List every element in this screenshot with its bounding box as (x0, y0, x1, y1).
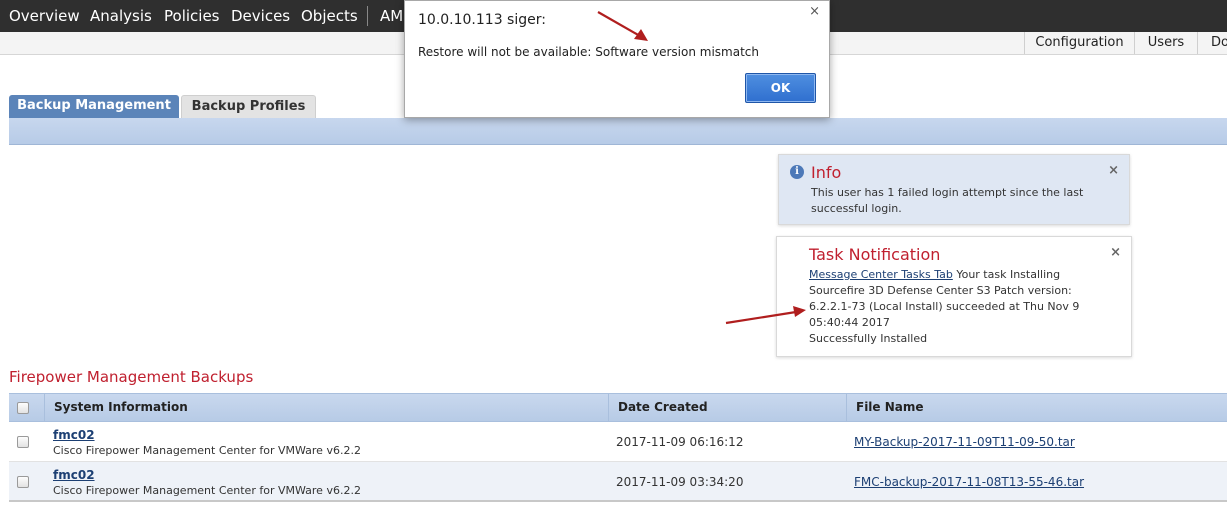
nav-divider (367, 6, 368, 26)
task-status: Successfully Installed (809, 332, 928, 345)
column-date-created[interactable]: Date Created (608, 394, 846, 422)
message-center-tasks-link[interactable]: Message Center Tasks Tab (809, 268, 953, 281)
annotation-arrow-version-icon (725, 306, 806, 325)
nav-amp[interactable]: AM (380, 0, 403, 32)
task-notification: Task Notification × Message Center Tasks… (776, 236, 1132, 357)
nav-analysis[interactable]: Analysis (90, 0, 152, 32)
system-name-link[interactable]: fmc02 (53, 428, 95, 442)
select-all-checkbox[interactable] (17, 402, 29, 414)
row-checkbox[interactable] (17, 436, 29, 448)
table-header: System Information Date Created File Nam… (9, 393, 1227, 422)
info-close-icon[interactable]: × (1108, 163, 1119, 178)
dialog-message: Restore will not be available: Software … (418, 45, 759, 59)
row-checkbox[interactable] (17, 476, 29, 488)
nav-devices[interactable]: Devices (231, 0, 290, 32)
date-created: 2017-11-09 03:34:20 (616, 475, 744, 489)
task-text: Message Center Tasks Tab Your task Insta… (809, 267, 1109, 347)
annotation-arrow-dialog-icon (597, 11, 648, 41)
column-system-information[interactable]: System Information (44, 394, 608, 422)
dialog-close-icon[interactable]: × (809, 4, 820, 19)
nav-objects[interactable]: Objects (301, 0, 358, 32)
system-description: Cisco Firepower Management Center for VM… (53, 444, 361, 457)
date-created: 2017-11-09 06:16:12 (616, 435, 744, 449)
file-name-link[interactable]: FMC-backup-2017-11-08T13-55-46.tar (854, 475, 1084, 489)
file-name-link[interactable]: MY-Backup-2017-11-09T11-09-50.tar (854, 435, 1075, 449)
tab-backup-management[interactable]: Backup Management (9, 95, 179, 118)
nav-policies[interactable]: Policies (164, 0, 219, 32)
subnav-users[interactable]: Users (1134, 32, 1197, 54)
system-name-link[interactable]: fmc02 (53, 468, 95, 482)
info-notification: i Info × This user has 1 failed login at… (778, 154, 1130, 225)
task-close-icon[interactable]: × (1110, 245, 1121, 260)
info-text: This user has 1 failed login attempt sin… (811, 186, 1084, 215)
dialog-title: 10.0.10.113 siger: (418, 12, 546, 28)
ok-button[interactable]: OK (745, 73, 816, 103)
backups-section-title: Firepower Management Backups (9, 368, 254, 386)
table-row: fmc02 Cisco Firepower Management Center … (9, 422, 1227, 462)
system-description: Cisco Firepower Management Center for VM… (53, 484, 361, 497)
task-title: Task Notification (809, 245, 941, 264)
nav-overview[interactable]: Overview (9, 0, 80, 32)
subnav-configuration[interactable]: Configuration (1024, 32, 1134, 54)
info-title: Info (811, 163, 842, 182)
info-icon: i (790, 165, 804, 179)
table-row: fmc02 Cisco Firepower Management Center … (9, 462, 1227, 502)
tab-toolbar (9, 118, 1227, 145)
column-file-name[interactable]: File Name (846, 394, 1227, 422)
subnav-domains[interactable]: Do (1197, 32, 1227, 54)
tab-backup-profiles[interactable]: Backup Profiles (181, 95, 316, 118)
